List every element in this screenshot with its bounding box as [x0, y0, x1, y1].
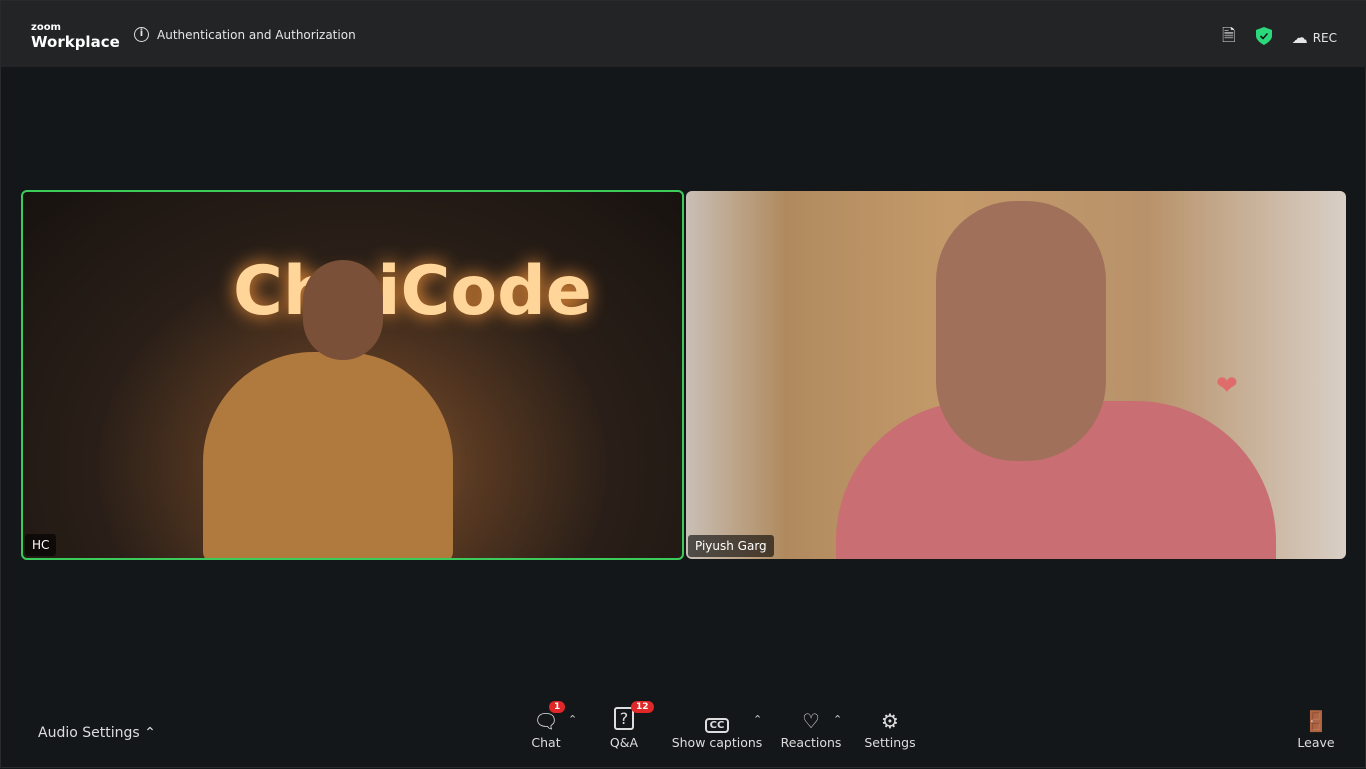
- video-tile-hc[interactable]: ChaiCode HC: [21, 190, 684, 560]
- chat-icon: 🗨 1: [529, 701, 566, 735]
- top-bar: zoom Workplace i Authentication and Author…: [1, 1, 1366, 67]
- reactions-chevron-up-icon[interactable]: ⌃: [833, 713, 842, 726]
- chat-badge: 1: [549, 701, 566, 713]
- transcript-icon[interactable]: 🗎: [1222, 23, 1236, 52]
- meeting-toolbar: Audio Settings ⌃ 🗨 1 Chat ⌃ ? 12 Q&A CC Show …: [1, 691, 1366, 769]
- qa-badge: 12: [631, 701, 654, 713]
- heart-reaction-icon: ❤: [1216, 371, 1238, 401]
- leave-door-icon: 🚪: [1303, 709, 1329, 733]
- brand-small: zoom: [31, 22, 61, 33]
- security-shield-icon[interactable]: [1255, 27, 1272, 48]
- audio-settings-button[interactable]: Audio Settings ⌃: [38, 725, 156, 741]
- brand: Workplace: [31, 33, 120, 51]
- chat-chevron-up-icon[interactable]: ⌃: [568, 713, 577, 726]
- qa-label: Q&A: [609, 735, 639, 750]
- captions-chevron-up-icon[interactable]: ⌃: [753, 713, 762, 726]
- participant-head: [936, 201, 1106, 461]
- video-tile-piyush-garg[interactable]: ❤ Piyush Garg: [686, 191, 1346, 559]
- participant-head: [303, 260, 383, 360]
- question-icon: ? 12: [605, 701, 654, 735]
- captions-label: Show captions: [671, 735, 763, 750]
- info-icon: i: [134, 27, 149, 42]
- leave-label: Leave: [1297, 735, 1335, 750]
- chat-button[interactable]: 🗨 1 Chat: [529, 701, 566, 750]
- cc-icon: CC: [671, 709, 763, 735]
- settings-button[interactable]: ⚙ Settings: [863, 709, 917, 750]
- participant-name: HC: [25, 534, 57, 556]
- participant-body: [203, 352, 453, 558]
- show-captions-button[interactable]: CC Show captions: [671, 709, 763, 750]
- reactions-label: Reactions: [780, 735, 842, 750]
- neon-sign: ChaiCode: [233, 252, 592, 331]
- leave-button[interactable]: 🚪 Leave: [1295, 709, 1337, 750]
- qa-button[interactable]: ? 12 Q&A: [605, 701, 654, 750]
- participant-name: Piyush Garg: [688, 535, 774, 557]
- cloud-recording[interactable]: ☁ REC: [1292, 28, 1337, 47]
- meeting-title: Authentication and Authorization: [157, 27, 356, 42]
- settings-label: Settings: [864, 735, 916, 750]
- chevron-up-icon: ⌃: [144, 725, 156, 741]
- zoom-logo: zoom Workplace: [31, 17, 120, 50]
- meeting-info[interactable]: i Authentication and Authorization: [134, 27, 356, 42]
- rec-label: REC: [1312, 30, 1337, 45]
- cc-glyph: CC: [704, 718, 730, 733]
- chat-label: Chat: [531, 735, 561, 750]
- audio-settings-label: Audio Settings: [38, 725, 140, 741]
- gear-icon: ⚙: [881, 709, 899, 733]
- cloud-icon: ☁: [1291, 28, 1308, 47]
